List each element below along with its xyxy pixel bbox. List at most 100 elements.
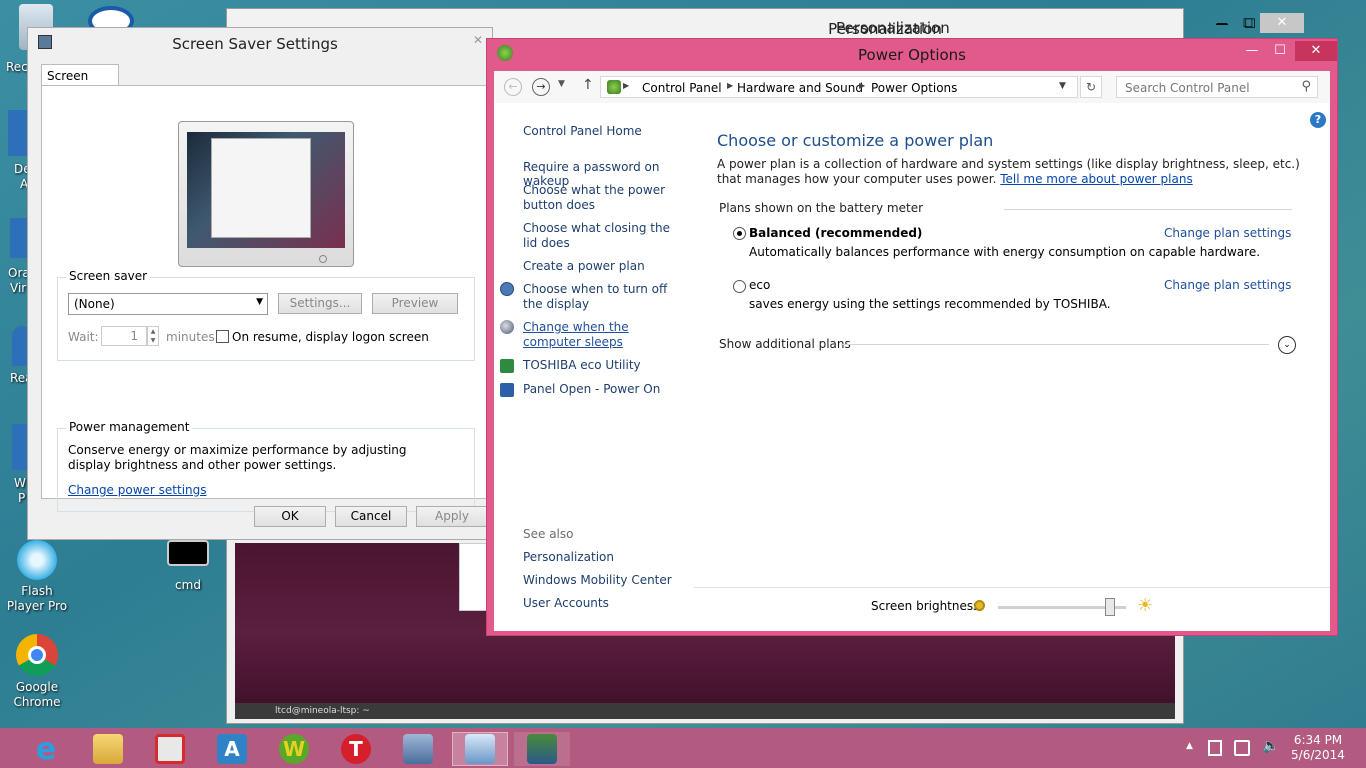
wait-stepper[interactable]: 1 xyxy=(101,326,147,346)
screensaver-group-title: Screen saver xyxy=(66,269,151,283)
tab-screen-saver[interactable]: Screen Saver xyxy=(41,64,119,97)
desktop-label: Vir xyxy=(10,281,27,295)
close-button[interactable]: ✕ xyxy=(1295,41,1337,61)
plan-description: A power plan is a collection of hardware… xyxy=(717,157,1307,187)
sidebar-item-toshiba-eco[interactable]: TOSHIBA eco Utility xyxy=(523,358,641,372)
clock-date: 5/6/2014 xyxy=(1291,748,1345,762)
see-also-mobility-center[interactable]: Windows Mobility Center xyxy=(523,573,672,587)
power-management-title: Power management xyxy=(66,420,193,434)
personalization-caption-max[interactable]: ☐ xyxy=(1236,13,1260,33)
breadcrumb-control-panel[interactable]: Control Panel xyxy=(642,81,722,95)
breadcrumb-power-options[interactable]: Power Options xyxy=(871,81,957,95)
search-input[interactable]: Search Control Panel ⚲ xyxy=(1116,76,1318,98)
ie-taskbar-icon[interactable]: e xyxy=(20,732,72,767)
eco-plan-name: eco xyxy=(749,278,771,292)
wait-label: Wait: xyxy=(68,330,99,344)
cmd-icon xyxy=(167,540,209,566)
resume-label: On resume, display logon screen xyxy=(232,330,429,344)
sidebar-item-create-plan[interactable]: Create a power plan xyxy=(523,259,645,273)
settings-button[interactable]: Settings... xyxy=(278,293,362,314)
control-panel-taskbar-icon[interactable] xyxy=(452,732,508,766)
see-also-heading: See also xyxy=(523,527,574,541)
minimize-button[interactable]: — xyxy=(1237,41,1267,61)
display-settings-taskbar-icon[interactable] xyxy=(514,732,570,766)
desktop-label: P xyxy=(18,491,26,505)
control-panel-icon xyxy=(607,80,621,94)
up-icon[interactable]: ↑ xyxy=(582,77,594,93)
w-app-taskbar-icon[interactable]: W xyxy=(268,732,320,766)
t-app-taskbar-icon[interactable]: T xyxy=(330,732,382,766)
terminal-tab-label: ltcd@mineola-ltsp: ~ xyxy=(275,706,370,716)
volume-icon[interactable]: 🔈 xyxy=(1262,738,1279,754)
sidebar-item-turn-off-display[interactable]: Choose when to turn off the display xyxy=(523,282,683,312)
eco-plan-desc: saves energy using the settings recommen… xyxy=(749,297,1111,311)
bright-sun-icon: ☀ xyxy=(1137,595,1154,616)
apply-button[interactable]: Apply xyxy=(416,506,488,527)
back-icon[interactable]: ← xyxy=(504,78,522,96)
preview-button[interactable]: Preview xyxy=(372,293,458,314)
a-app-taskbar-icon[interactable]: A xyxy=(206,732,258,766)
eco-change-settings-link[interactable]: Change plan settings xyxy=(1164,278,1291,292)
power-title: Power Options xyxy=(858,46,966,64)
clock[interactable]: 6:34 PM 5/6/2014 xyxy=(1288,733,1348,763)
virtualbox-taskbar-icon[interactable] xyxy=(392,732,444,766)
file-explorer-taskbar-icon[interactable] xyxy=(82,732,134,766)
moon-icon xyxy=(500,320,514,334)
brightness-slider-thumb[interactable] xyxy=(1105,598,1115,616)
breadcrumb-hardware-sound[interactable]: Hardware and Sound xyxy=(737,81,863,95)
power-management-text: Conserve energy or maximize performance … xyxy=(68,443,407,472)
cancel-button[interactable]: Cancel xyxy=(335,506,407,527)
chevron-down-icon[interactable]: ▼ xyxy=(1059,81,1066,91)
flash-player-shortcut[interactable]: Flash Player Pro xyxy=(4,540,70,614)
battery-icon[interactable] xyxy=(1208,740,1222,756)
cmd-shortcut[interactable]: cmd xyxy=(156,540,220,592)
control-panel-home-link[interactable]: Control Panel Home xyxy=(523,124,642,138)
recent-locations-icon[interactable]: ▼ xyxy=(558,79,565,89)
refresh-icon[interactable]: ↻ xyxy=(1080,76,1102,98)
screensaver-select[interactable]: (None) ▼ xyxy=(68,293,268,315)
search-placeholder: Search Control Panel xyxy=(1125,81,1250,95)
sidebar-item-panel-open[interactable]: Panel Open - Power On xyxy=(523,382,660,396)
balanced-change-settings-link[interactable]: Change plan settings xyxy=(1164,226,1291,240)
todoist-taskbar-icon[interactable] xyxy=(144,732,196,766)
ok-button[interactable]: OK xyxy=(254,506,326,527)
plans-header: Plans shown on the battery meter xyxy=(719,201,924,215)
personalization-title-visible: Personalization xyxy=(836,19,950,37)
maximize-button[interactable]: ☐ xyxy=(1265,41,1295,61)
action-center-icon[interactable] xyxy=(1234,740,1250,756)
preview-screen xyxy=(187,132,345,248)
expand-chevron-icon[interactable]: ⌄ xyxy=(1278,336,1296,354)
help-icon[interactable]: ? xyxy=(1310,112,1326,128)
see-also-user-accounts[interactable]: User Accounts xyxy=(523,596,609,610)
page-title: Choose or customize a power plan xyxy=(717,131,994,150)
change-power-settings-link[interactable]: Change power settings xyxy=(68,483,207,497)
sidebar-item-sleep[interactable]: Change when the computer sleeps xyxy=(523,320,683,350)
power-options-window: Power Options — ☐ ✕ ← → ▼ ↑ ▶ Control Pa… xyxy=(486,38,1338,636)
sidebar-item-power-button[interactable]: Choose what the power button does xyxy=(523,183,693,213)
screensaver-titlebar[interactable]: Screen Saver Settings ✕ xyxy=(28,28,492,58)
see-also-personalization[interactable]: Personalization xyxy=(523,550,614,564)
resume-checkbox[interactable] xyxy=(216,330,229,343)
power-titlebar[interactable]: Power Options — ☐ ✕ xyxy=(487,39,1337,69)
breadcrumb[interactable]: ▶ Control Panel ▶ Hardware and Sound ▶ P… xyxy=(600,76,1078,98)
chrome-icon xyxy=(16,634,58,676)
chrome-shortcut[interactable]: Google Chrome xyxy=(4,634,70,710)
balanced-plan-name: Balanced (recommended) xyxy=(749,226,923,240)
forward-icon[interactable]: → xyxy=(532,78,550,96)
cmd-label: cmd xyxy=(175,578,201,592)
spinner-arrows-icon[interactable]: ▲ ▼ xyxy=(147,326,159,346)
terminal-taskbar[interactable]: ltcd@mineola-ltsp: ~ xyxy=(235,703,1175,719)
sidebar-item-lid[interactable]: Choose what closing the lid does xyxy=(523,221,683,251)
eco-radio[interactable] xyxy=(733,280,746,293)
show-hidden-icons[interactable]: ▲ xyxy=(1186,741,1193,751)
personalization-caption-min[interactable]: — xyxy=(1210,13,1234,33)
dim-sun-icon xyxy=(974,600,985,611)
balanced-radio[interactable] xyxy=(733,227,746,240)
power-management-group: Power management Conserve energy or maxi… xyxy=(57,420,475,512)
brightness-divider xyxy=(694,587,1330,588)
screensaver-select-value: (None) xyxy=(74,297,115,311)
show-additional-plans[interactable]: Show additional plans xyxy=(719,337,851,351)
personalization-caption-close[interactable]: ✕ xyxy=(1260,13,1304,33)
screensaver-dialog: Screen Saver Settings ✕ Screen Saver Scr… xyxy=(27,27,493,540)
more-info-link[interactable]: Tell me more about power plans xyxy=(1000,172,1192,186)
